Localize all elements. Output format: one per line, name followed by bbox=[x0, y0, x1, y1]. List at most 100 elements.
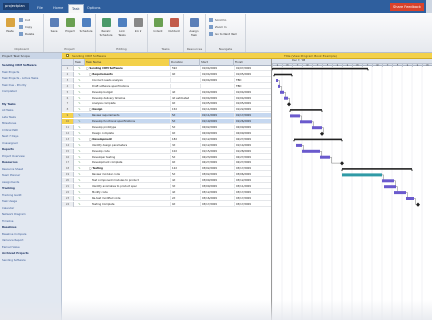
duration-cell[interactable] bbox=[170, 77, 200, 83]
task-name-cell[interactable]: Modify code bbox=[85, 190, 170, 195]
header-finish[interactable]: Finish bbox=[234, 59, 271, 66]
nav-item[interactable]: Late Tasks bbox=[2, 115, 16, 119]
project-button[interactable]: Project bbox=[63, 17, 77, 41]
gantt-milestone[interactable] bbox=[287, 102, 291, 107]
finish-cell[interactable]: 02/27/2009 bbox=[234, 154, 271, 160]
start-cell[interactable]: 03/09/2009 bbox=[200, 184, 234, 190]
copy-button[interactable]: Copy bbox=[19, 24, 32, 30]
assign-task-button[interactable]: Assign Task bbox=[187, 17, 201, 41]
start-cell[interactable]: 01/04/2009 bbox=[200, 77, 234, 83]
row-number[interactable]: 16 bbox=[62, 154, 74, 160]
start-cell[interactable]: 01/04/2009 bbox=[200, 95, 234, 101]
row-number[interactable]: 20 bbox=[62, 178, 74, 184]
row-number[interactable]: 19 bbox=[62, 172, 74, 178]
nav-item[interactable]: Resources bbox=[2, 160, 18, 164]
start-cell[interactable]: 02/23/2009 bbox=[200, 154, 234, 160]
start-cell[interactable]: 03/02/2009 bbox=[200, 172, 234, 178]
finish-cell[interactable]: 01/04/2009 bbox=[234, 95, 271, 101]
duration-cell[interactable]: 5d bbox=[170, 172, 200, 178]
table-row[interactable]: 4 ✎ Draft software specifications TBD bbox=[62, 83, 271, 89]
duration-cell[interactable]: 0d bbox=[170, 130, 200, 137]
tab-task[interactable]: Task bbox=[68, 4, 84, 13]
nav-item[interactable]: Variance Report bbox=[2, 238, 23, 242]
task-name-cell[interactable]: Conduct needs analysis bbox=[85, 78, 170, 83]
row-number[interactable]: 17 bbox=[62, 160, 74, 166]
table-row[interactable]: 5 ✎ Develop budget 4d 01/04/2009 01/04/2009 bbox=[62, 89, 271, 95]
duration-cell[interactable]: 4d estimated bbox=[170, 95, 200, 101]
header-task-name[interactable]: Task Name bbox=[85, 59, 170, 66]
gantt-task-bar[interactable] bbox=[384, 185, 396, 189]
start-cell[interactable]: 01/05/2009 bbox=[200, 101, 234, 107]
nav-item[interactable]: My Tasks bbox=[2, 102, 16, 106]
start-cell[interactable]: 02/02/2009 bbox=[200, 125, 234, 131]
table-row[interactable]: 21 ✎ Identify anomalies to product spec 3d 0… bbox=[62, 184, 271, 190]
task-name-cell[interactable]: Develop delivery timeline bbox=[85, 96, 170, 101]
duration-cell[interactable]: 18d bbox=[170, 136, 200, 142]
row-number[interactable]: 9 bbox=[62, 113, 74, 119]
gantt-milestone[interactable] bbox=[340, 161, 344, 166]
finish-cell[interactable]: TBD bbox=[234, 77, 271, 83]
row-number[interactable]: 23 bbox=[62, 195, 74, 201]
task-name-cell[interactable]: ▢ Testing bbox=[85, 166, 170, 171]
task-name-cell[interactable]: Develop functional specifications bbox=[85, 119, 170, 124]
table-row[interactable]: 6 ✎ Develop delivery timeline 4d estimated 0… bbox=[62, 95, 271, 101]
finish-cell[interactable]: 01/07/2009 bbox=[234, 66, 271, 72]
task-name-cell[interactable]: Test component modules to product bbox=[85, 178, 170, 183]
scroll-to-button[interactable]: Scroll to bbox=[209, 17, 226, 23]
row-number[interactable]: 2 bbox=[62, 71, 74, 78]
duration-cell[interactable]: 0d bbox=[170, 160, 200, 166]
share-feedback-button[interactable]: Share Feedback bbox=[390, 3, 424, 11]
start-cell[interactable]: 03/12/2009 bbox=[200, 189, 234, 196]
nav-item[interactable]: Tracking bbox=[2, 186, 15, 190]
nav-item[interactable]: Project Overview bbox=[2, 154, 25, 158]
duration-cell[interactable]: 5d bbox=[170, 125, 200, 131]
row-number[interactable]: 24 bbox=[62, 201, 74, 207]
table-row[interactable]: 20 ✎ Test component modules to product 4d 03… bbox=[62, 178, 271, 184]
gantt-task-bar[interactable] bbox=[320, 155, 330, 159]
table-row[interactable]: 13 ✎ ▢ Development 18d 01/12/2009 02/27/2009 bbox=[62, 136, 271, 142]
row-number[interactable]: 22 bbox=[62, 189, 74, 196]
table-row[interactable]: 15 ✎ Develop code 10d 01/15/2009 01/28/2009 bbox=[62, 148, 271, 154]
start-cell[interactable]: 03/17/2009 bbox=[200, 201, 234, 207]
duration-cell[interactable]: 4d bbox=[170, 189, 200, 196]
start-cell[interactable]: 02/09/2009 bbox=[200, 130, 234, 137]
start-cell[interactable]: 01/11/2009 bbox=[200, 107, 234, 113]
start-cell[interactable]: 01/19/2009 bbox=[200, 119, 234, 125]
task-name-cell[interactable]: Development complete bbox=[85, 160, 170, 165]
row-number[interactable]: 11 bbox=[62, 125, 74, 131]
task-name-cell[interactable]: Identify design parameters bbox=[85, 143, 170, 148]
duration-cell[interactable]: 15d bbox=[170, 107, 200, 113]
recalc-schedule-button[interactable]: Recalc Schedule bbox=[99, 17, 113, 41]
duration-cell[interactable]: 59d bbox=[170, 66, 200, 72]
gantt-task-bar[interactable] bbox=[284, 96, 288, 100]
table-row[interactable]: 16 ✎ Developer testing 5d 02/23/2009 02/27/20… bbox=[62, 154, 271, 160]
table-row[interactable]: 14 ✎ Identify design parameters 3d 01/12/200… bbox=[62, 142, 271, 148]
nav-item[interactable]: Timeline bbox=[2, 219, 13, 223]
duration-cell[interactable]: 5d bbox=[170, 119, 200, 125]
header-task-mode[interactable]: Task bbox=[74, 59, 85, 66]
row-number[interactable]: 12 bbox=[62, 130, 74, 137]
finish-cell[interactable]: 01/04/2009 bbox=[234, 89, 271, 95]
nav-item[interactable]: Tracking Gantt bbox=[2, 193, 22, 197]
row-number[interactable]: 18 bbox=[62, 166, 74, 172]
nav-item[interactable]: Critical Path bbox=[2, 128, 18, 132]
gantt-task-bar[interactable] bbox=[342, 173, 382, 177]
duration-cell[interactable]: 12d bbox=[170, 166, 200, 172]
start-cell[interactable]: 01/04/2009 bbox=[200, 71, 234, 78]
gantt-task-bar[interactable] bbox=[290, 114, 300, 118]
table-row[interactable]: 23 ✎ Re-test modified code 2d 03/16/2009 03/1… bbox=[62, 195, 271, 201]
row-number[interactable]: 6 bbox=[62, 95, 74, 101]
gantt-summary-bar[interactable] bbox=[294, 138, 342, 141]
row-number[interactable]: 3 bbox=[62, 77, 74, 83]
window-controls[interactable] bbox=[426, 0, 432, 13]
finish-cell[interactable]: 01/05/2009 bbox=[234, 101, 271, 107]
task-name-cell[interactable]: ▢ Development bbox=[85, 137, 170, 142]
table-row[interactable]: 22 ✎ Modify code 4d 03/12/2009 03/17/2009 bbox=[62, 189, 271, 196]
finish-cell[interactable]: 02/09/2009 bbox=[234, 125, 271, 131]
start-cell[interactable]: 03/16/2009 bbox=[200, 195, 234, 201]
nav-item[interactable]: Next 7 Days bbox=[2, 134, 18, 138]
task-name-cell[interactable]: ▢ Sending CRM Software bbox=[85, 66, 170, 71]
nav-item[interactable]: Task Projects bbox=[2, 70, 19, 74]
row-number[interactable]: 8 bbox=[62, 107, 74, 113]
table-row[interactable]: 19 ✎ Review modular code 5d 03/02/2009 03/06/… bbox=[62, 172, 271, 178]
